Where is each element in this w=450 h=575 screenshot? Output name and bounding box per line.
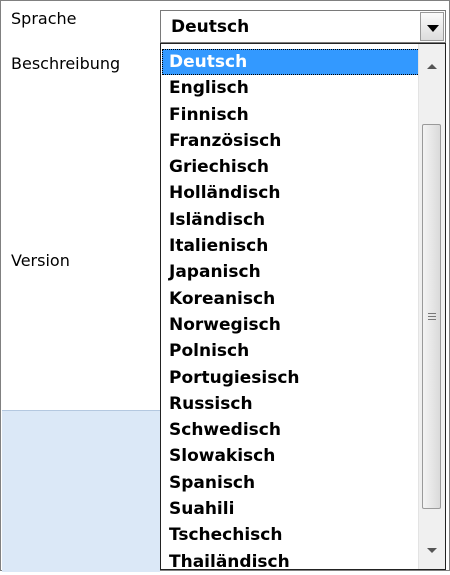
label-version: Version <box>11 251 70 270</box>
language-options: Deutsch Englisch Finnisch Französisch Gr… <box>162 49 420 575</box>
language-option[interactable]: Französisch <box>162 128 420 154</box>
scroll-down-arrow-icon[interactable] <box>427 548 437 553</box>
language-option[interactable]: Deutsch <box>162 49 420 76</box>
properties-panel: Sprache Beschreibung Version Deutsch Deu… <box>0 0 450 572</box>
chevron-down-icon[interactable] <box>420 12 444 41</box>
language-option[interactable]: Schwedisch <box>162 417 420 443</box>
empty-panel-area <box>2 410 160 572</box>
language-option[interactable]: Russisch <box>162 391 420 417</box>
language-option[interactable]: Tschechisch <box>162 522 420 548</box>
scrollbar-thumb[interactable] <box>422 124 441 509</box>
language-option[interactable]: Finnisch <box>162 102 420 128</box>
grip-icon <box>428 316 436 317</box>
language-option[interactable]: Spanisch <box>162 470 420 496</box>
language-option[interactable]: Isländisch <box>162 207 420 233</box>
language-option[interactable]: Norwegisch <box>162 312 420 338</box>
scroll-up-arrow-icon[interactable] <box>427 64 437 69</box>
grip-icon <box>428 319 436 320</box>
label-beschreibung: Beschreibung <box>11 54 121 73</box>
language-option[interactable]: Holländisch <box>162 180 420 206</box>
label-sprache: Sprache <box>11 9 77 28</box>
language-option[interactable]: Englisch <box>162 75 420 101</box>
language-select[interactable]: Deutsch <box>160 10 446 43</box>
language-option[interactable]: Japanisch <box>162 259 420 285</box>
vertical-scrollbar[interactable] <box>418 44 445 569</box>
language-option[interactable]: Koreanisch <box>162 286 420 312</box>
language-option[interactable]: Italienisch <box>162 233 420 259</box>
language-option[interactable]: Portugiesisch <box>162 365 420 391</box>
grip-icon <box>428 313 436 314</box>
language-option[interactable]: Polnisch <box>162 338 420 364</box>
language-dropdown-list[interactable]: Deutsch Englisch Finnisch Französisch Gr… <box>160 43 446 572</box>
language-option[interactable]: Slowakisch <box>162 443 420 469</box>
language-option[interactable]: Griechisch <box>162 154 420 180</box>
language-option[interactable]: Suahili <box>162 496 420 522</box>
language-select-value: Deutsch <box>171 17 250 37</box>
